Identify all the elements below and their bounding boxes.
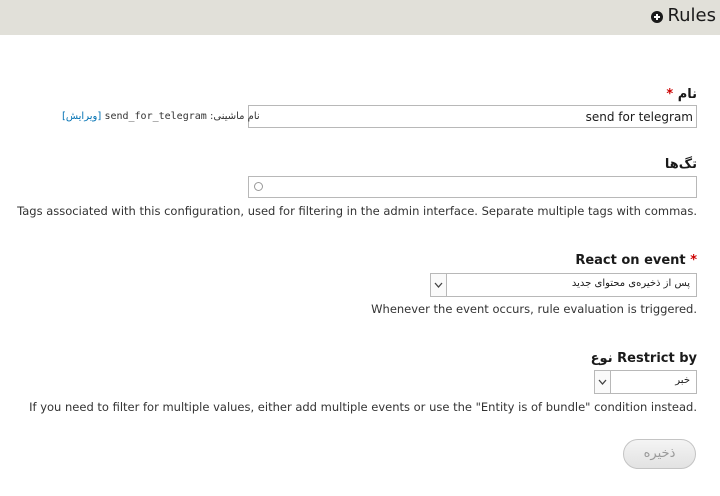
machine-name: نام ماشینی: send_for_telegram [ویرایش]: [62, 111, 260, 122]
add-circle-icon[interactable]: [651, 11, 663, 23]
event-select[interactable]: پس از ذخیره‌ی محتوای جدید: [430, 273, 697, 297]
machine-name-value: send_for_telegram: [104, 111, 207, 122]
restrict-label: Restrict by نوع: [590, 351, 697, 366]
tags-description: Tags associated with this configuration,…: [17, 204, 697, 218]
event-select-value: پس از ذخیره‌ی محتوای جدید: [571, 278, 690, 289]
name-label: نام *: [666, 87, 697, 102]
machine-name-label: نام ماشینی:: [209, 111, 260, 122]
tags-input[interactable]: [248, 176, 697, 198]
save-button[interactable]: ذخیره: [623, 439, 696, 469]
page-title: Rules: [667, 5, 716, 26]
restrict-description: If you need to filter for multiple value…: [29, 400, 697, 414]
name-label-text: نام: [677, 87, 697, 102]
chevron-down-icon: [598, 379, 607, 385]
tags-label: تگ‌ها: [664, 157, 697, 172]
event-select-arrow[interactable]: [431, 274, 447, 296]
restrict-select[interactable]: خبر: [594, 370, 697, 394]
required-mark: *: [690, 253, 697, 268]
page-header: Rules: [0, 0, 720, 35]
autocomplete-throbber-icon: [254, 182, 263, 191]
required-mark: *: [666, 87, 674, 102]
chevron-down-icon: [434, 282, 443, 288]
name-input[interactable]: send for telegram: [248, 105, 697, 128]
restrict-select-value: خبر: [675, 375, 690, 386]
event-description: Whenever the event occurs, rule evaluati…: [371, 302, 697, 316]
event-label-text: React on event: [575, 253, 686, 268]
event-label: * React on event: [575, 253, 697, 268]
name-input-value: send for telegram: [585, 110, 693, 124]
restrict-select-arrow[interactable]: [595, 371, 611, 393]
machine-name-edit-link[interactable]: [ویرایش]: [62, 111, 101, 122]
